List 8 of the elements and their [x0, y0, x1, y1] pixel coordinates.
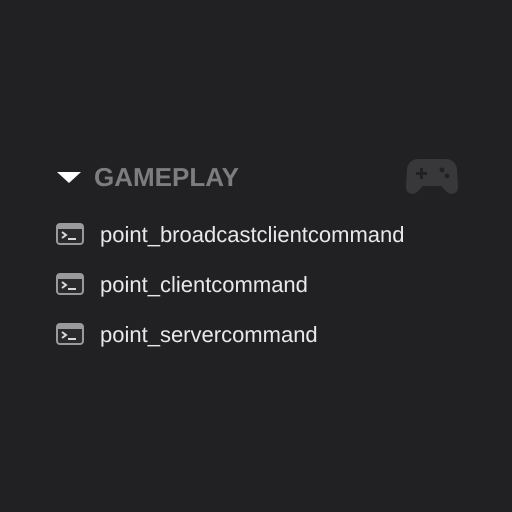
entity-item[interactable]: point_servercommand	[100, 318, 318, 350]
gamepad-icon	[406, 158, 458, 196]
entity-item[interactable]: point_clientcommand	[100, 268, 308, 300]
terminal-icon	[56, 223, 84, 245]
entity-item[interactable]: point_broadcastclientcommand	[100, 218, 405, 250]
terminal-icon	[56, 273, 84, 295]
category-header[interactable]: GAMEPLAY	[56, 158, 239, 196]
terminal-icon	[56, 323, 84, 345]
